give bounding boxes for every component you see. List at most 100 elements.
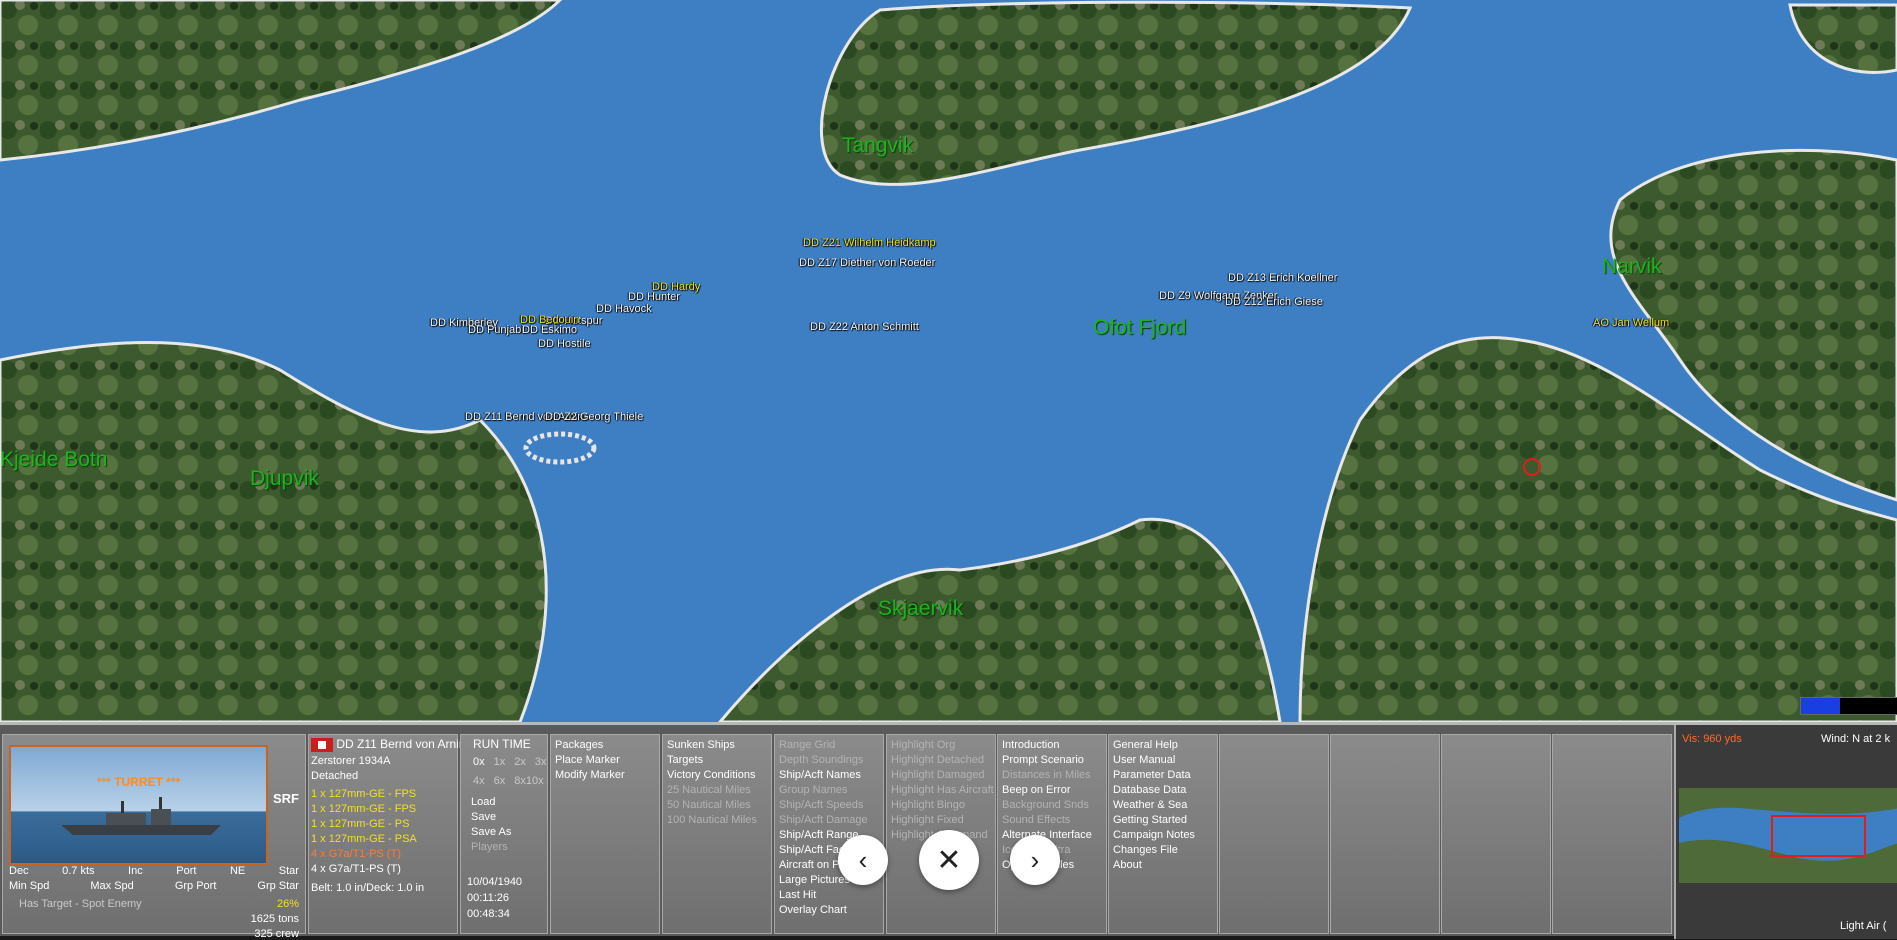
weapon-mount[interactable]: 4 x G7a/T1-PS (T) <box>311 848 417 863</box>
highlight-damaged-toggle[interactable]: Highlight Damaged <box>891 768 995 783</box>
tactical-map[interactable]: Tangvik Narvik Ofot Fjord Kjeide Botn Dj… <box>0 0 1897 722</box>
inc-speed-button[interactable]: Inc <box>128 865 143 877</box>
ship-label[interactable]: DD Z13 Erich Koellner <box>1228 272 1337 284</box>
ship-label[interactable]: DD Punjabi <box>468 324 524 336</box>
ship-label[interactable]: AO Jan Wellum <box>1593 317 1669 329</box>
speed-0x[interactable]: 0x <box>473 756 485 768</box>
ship-label[interactable]: DD Hostile <box>538 338 591 350</box>
range-50-button[interactable]: 50 Nautical Miles <box>667 798 771 813</box>
sunken-ships-button[interactable]: Sunken Ships <box>667 738 771 753</box>
ship-label[interactable]: DD Havock <box>596 303 652 315</box>
general-help-button[interactable]: General Help <box>1113 738 1217 753</box>
highlight-aircraft-toggle[interactable]: Highlight Has Aircraft <box>891 783 995 798</box>
place-kjeide-botn: Kjeide Botn <box>0 448 108 471</box>
mini-map-terrain <box>1679 788 1897 883</box>
dec-speed-button[interactable]: Dec <box>9 865 29 877</box>
speed-value: 0.7 kts <box>62 865 95 877</box>
distances-miles-toggle[interactable]: Distances in Miles <box>1002 768 1106 783</box>
turn-star-button[interactable]: Star <box>279 865 299 877</box>
modify-marker-button[interactable]: Modify Marker <box>555 768 659 783</box>
load-button[interactable]: Load <box>471 795 511 810</box>
wind: Wind: N at 2 k <box>1821 733 1891 745</box>
range-25-button[interactable]: 25 Nautical Miles <box>667 783 771 798</box>
user-manual-button[interactable]: User Manual <box>1113 753 1217 768</box>
group-star-button[interactable]: Grp Star <box>257 880 299 892</box>
visibility: Vis: 960 yds <box>1682 733 1742 745</box>
weapon-mount[interactable]: 1 x 127mm-GE - PS <box>311 818 417 833</box>
weapon-mount[interactable]: 1 x 127mm-GE - FPS <box>311 788 417 803</box>
depth-soundings-toggle[interactable]: Depth Soundings <box>779 753 883 768</box>
tonnage: 1625 tons <box>250 913 299 925</box>
ship-label[interactable]: DD Z21 Wilhelm Heidkamp <box>803 237 936 249</box>
parameter-data-button[interactable]: Parameter Data <box>1113 768 1217 783</box>
save-as-button[interactable]: Save As <box>471 825 511 840</box>
ship-label[interactable]: DD Eskimo <box>522 324 577 336</box>
campaign-notes-button[interactable]: Campaign Notes <box>1113 828 1217 843</box>
place-marker-button[interactable]: Place Marker <box>555 753 659 768</box>
packages-button[interactable]: Packages <box>555 738 659 753</box>
range-100-button[interactable]: 100 Nautical Miles <box>667 813 771 828</box>
speed-6x[interactable]: 6x <box>494 775 506 787</box>
weapon-mount[interactable]: 4 x G7a/T1-PS (T) <box>311 863 417 878</box>
getting-started-button[interactable]: Getting Started <box>1113 813 1217 828</box>
speed-4x[interactable]: 4x <box>473 775 485 787</box>
target-status: Has Target - Spot Enemy <box>19 898 142 910</box>
highlight-org-toggle[interactable]: Highlight Org <box>891 738 995 753</box>
armor-info: Belt: 1.0 in/Deck: 1.0 in <box>311 882 425 894</box>
highlight-detached-toggle[interactable]: Highlight Detached <box>891 753 995 768</box>
ship-label[interactable]: DD Z22 Anton Schmitt <box>810 321 919 333</box>
turn-port-button[interactable]: Port <box>176 865 196 877</box>
speed-1x[interactable]: 1x <box>494 756 506 768</box>
players-button[interactable]: Players <box>471 840 511 855</box>
srf-button[interactable]: SRF <box>273 791 299 806</box>
database-data-button[interactable]: Database Data <box>1113 783 1217 798</box>
wreck-ring <box>523 431 597 465</box>
highlight-bingo-toggle[interactable]: Highlight Bingo <box>891 798 995 813</box>
ship-names-toggle[interactable]: Ship/Acft Names <box>779 768 883 783</box>
min-speed-button[interactable]: Min Spd <box>9 880 49 892</box>
weather-panel: Vis: 960 yds Wind: N at 2 k Light Air ( <box>1674 725 1897 939</box>
speed-3x[interactable]: 3x <box>535 756 547 768</box>
previous-button[interactable]: ‹ <box>838 835 888 885</box>
range-grid-toggle[interactable]: Range Grid <box>779 738 883 753</box>
targets-button[interactable]: Targets <box>667 753 771 768</box>
ship-damage-toggle[interactable]: Ship/Acft Damage <box>779 813 883 828</box>
speed-8x10x[interactable]: 8x10x <box>514 775 543 787</box>
mini-map[interactable] <box>1679 788 1897 883</box>
ship-speeds-toggle[interactable]: Ship/Acft Speeds <box>779 798 883 813</box>
prompt-scenario-toggle[interactable]: Prompt Scenario <box>1002 753 1106 768</box>
save-button[interactable]: Save <box>471 810 511 825</box>
weapons-list: 1 x 127mm-GE - FPS 1 x 127mm-GE - FPS 1 … <box>311 788 417 878</box>
runtime-title: RUN TIME <box>473 737 531 751</box>
unit-thumbnail[interactable]: *** TURRET *** <box>9 745 268 865</box>
next-button[interactable]: › <box>1010 835 1060 885</box>
close-button[interactable]: ✕ <box>919 830 979 890</box>
background-sounds-toggle[interactable]: Background Snds <box>1002 798 1106 813</box>
introduction-button[interactable]: Introduction <box>1002 738 1106 753</box>
ship-label[interactable]: DD Z17 Diether von Roeder <box>799 257 935 269</box>
changes-file-button[interactable]: Changes File <box>1113 843 1217 858</box>
empty-slot <box>1219 734 1329 934</box>
file-menu: Load Save Save As Players <box>467 795 511 855</box>
weapon-mount[interactable]: 1 x 127mm-GE - PSA <box>311 833 417 848</box>
group-port-button[interactable]: Grp Port <box>175 880 217 892</box>
ship-label[interactable]: DD Z12 Erich Giese <box>1225 296 1323 308</box>
speed-2x[interactable]: 2x <box>514 756 526 768</box>
highlight-fixed-toggle[interactable]: Highlight Fixed <box>891 813 995 828</box>
group-names-toggle[interactable]: Group Names <box>779 783 883 798</box>
about-button[interactable]: About <box>1113 858 1217 873</box>
beep-on-error-toggle[interactable]: Beep on Error <box>1002 783 1106 798</box>
overlay-chart-toggle[interactable]: Overlay Chart <box>779 903 883 918</box>
control-panel: *** TURRET *** SRF Dec 0.7 kts Inc Port … <box>0 722 1897 940</box>
ship-label[interactable]: DD Hunter <box>628 291 680 303</box>
last-hit-toggle[interactable]: Last Hit <box>779 888 883 903</box>
sound-effects-toggle[interactable]: Sound Effects <box>1002 813 1106 828</box>
ship-label[interactable]: DD Z2 Georg Thiele <box>545 411 643 423</box>
place-djupvik: Djupvik <box>250 467 319 490</box>
weapon-mount[interactable]: 1 x 127mm-GE - FPS <box>311 803 417 818</box>
place-narvik: Narvik <box>1602 255 1662 278</box>
victory-conditions-button[interactable]: Victory Conditions <box>667 768 771 783</box>
max-speed-button[interactable]: Max Spd <box>90 880 133 892</box>
unit-picture-panel: *** TURRET *** SRF Dec 0.7 kts Inc Port … <box>2 734 306 940</box>
weather-sea-button[interactable]: Weather & Sea <box>1113 798 1217 813</box>
